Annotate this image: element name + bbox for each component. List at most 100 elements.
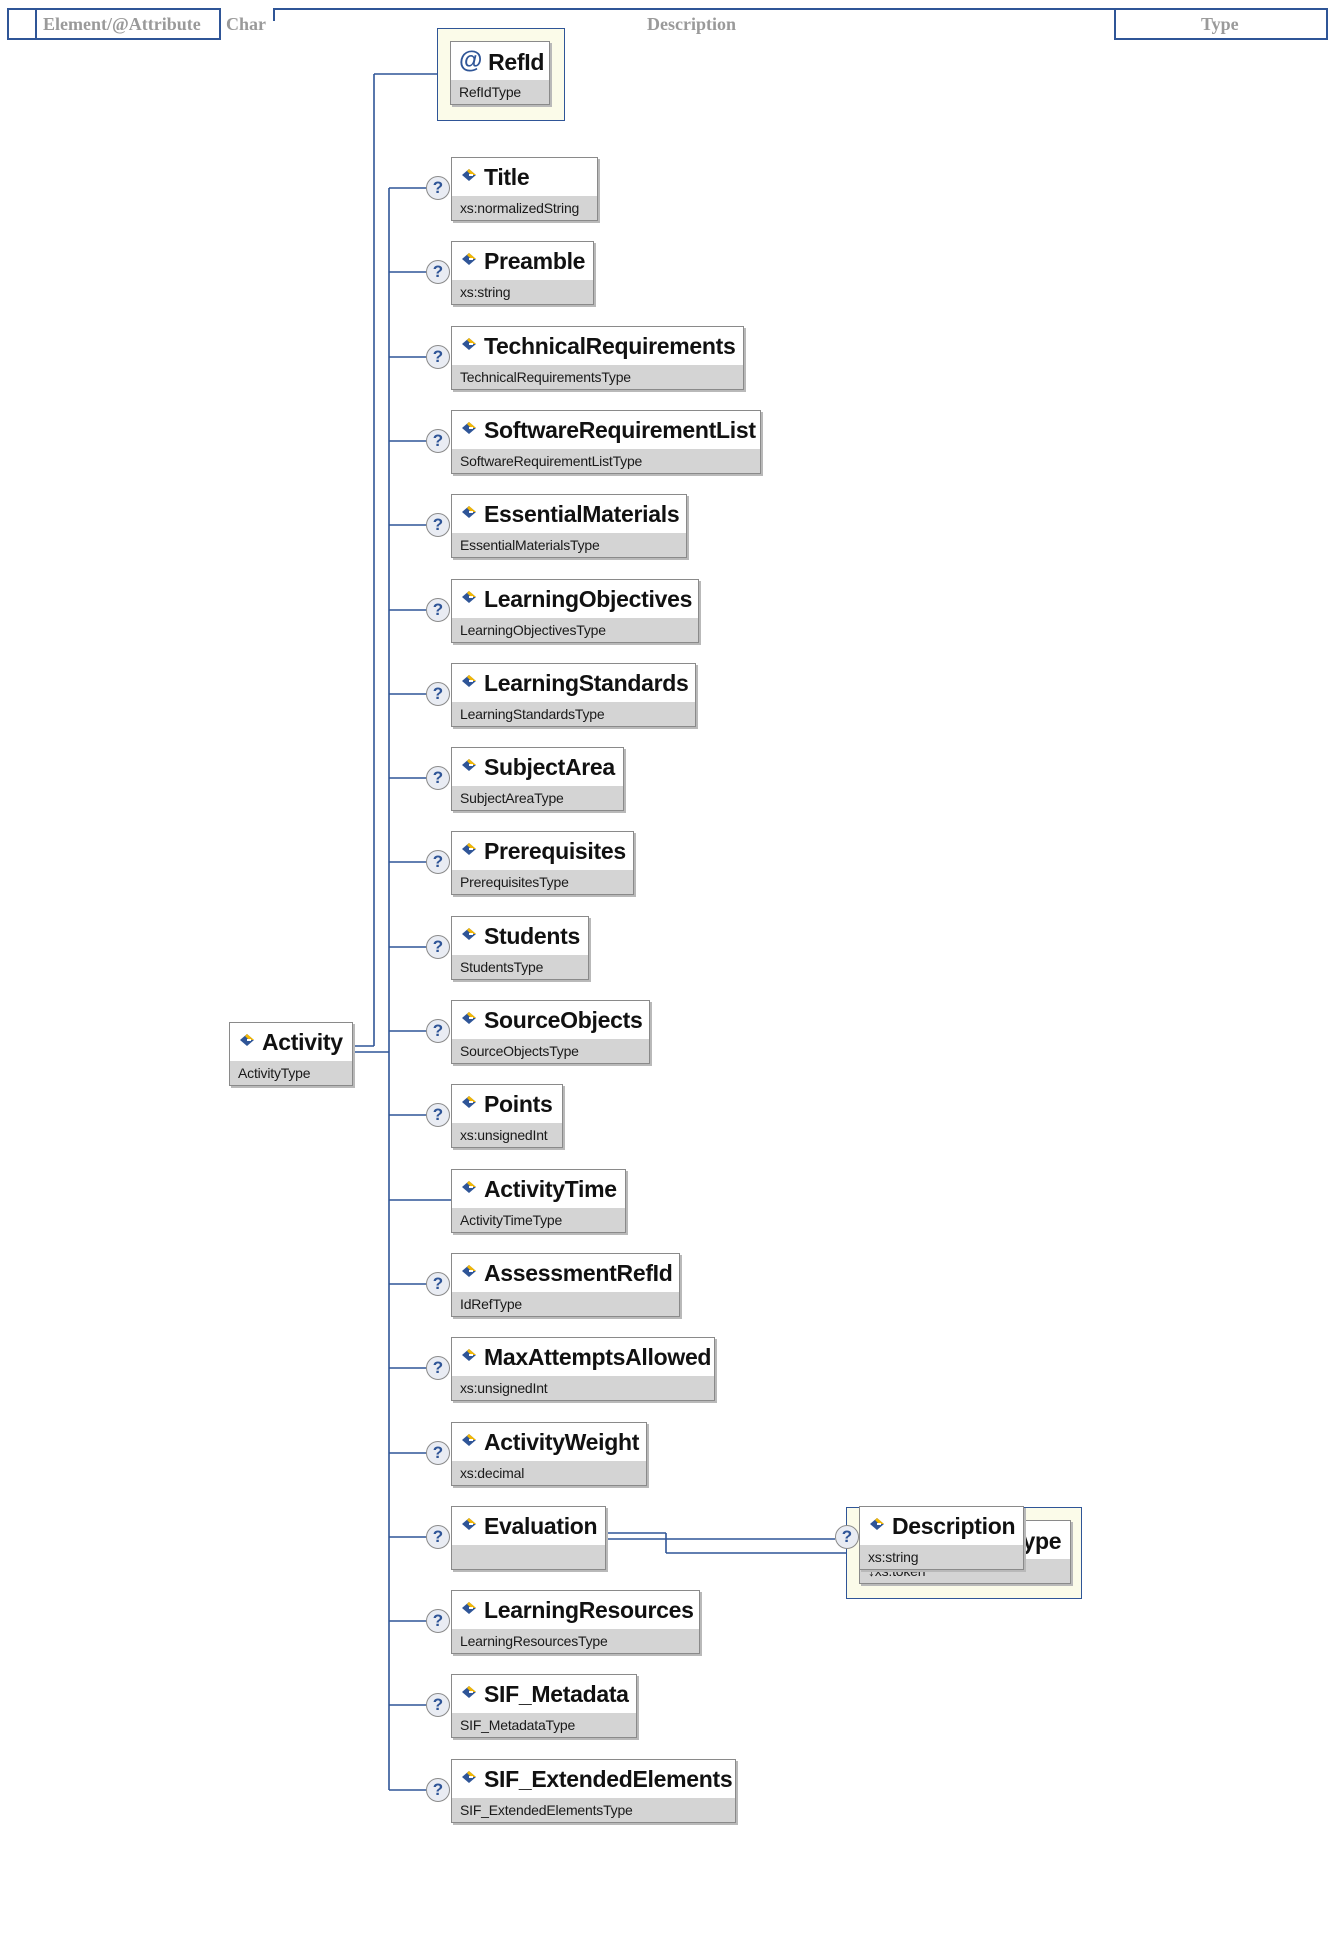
node-type: SoftwareRequirementListType — [452, 449, 760, 473]
node-name-row: SubjectArea — [452, 748, 623, 786]
question-icon: ? — [426, 1778, 450, 1802]
question-icon: ? — [426, 429, 450, 453]
element-diamond-icon — [462, 843, 476, 855]
node-learningobjectives[interactable]: LearningObjectives LearningObjectivesType — [451, 579, 699, 643]
node-type: IdRefType — [452, 1292, 679, 1316]
node-essentialmaterials[interactable]: EssentialMaterials EssentialMaterialsType — [451, 494, 687, 558]
element-diamond-icon — [462, 1771, 476, 1783]
node-name: Preamble — [484, 248, 586, 274]
node-name-row: LearningStandards — [452, 664, 695, 702]
attribute-group-refid: @ RefId RefIdType — [437, 28, 565, 121]
node-type: LearningObjectivesType — [452, 618, 698, 642]
node-name: Prerequisites — [484, 838, 626, 864]
node-type: TechnicalRequirementsType — [452, 365, 743, 389]
question-icon: ? — [426, 766, 450, 790]
node-sif-extendedelements[interactable]: SIF_ExtendedElements SIF_ExtendedElements… — [451, 1759, 736, 1823]
node-name: Title — [484, 164, 530, 190]
element-diamond-icon — [240, 1034, 254, 1046]
node-name: SoftwareRequirementList — [484, 417, 756, 443]
question-icon: ? — [426, 1103, 450, 1127]
node-name: SubjectArea — [484, 754, 615, 780]
element-diamond-icon — [462, 422, 476, 434]
question-icon: ? — [426, 1609, 450, 1633]
node-softwarerequirementlist[interactable]: SoftwareRequirementList SoftwareRequireme… — [451, 410, 761, 474]
node-name: Activity — [262, 1029, 343, 1055]
node-preamble[interactable]: Preamble xs:string — [451, 241, 594, 305]
node-technicalrequirements[interactable]: TechnicalRequirements TechnicalRequiremen… — [451, 326, 744, 390]
node-type: xs:decimal — [452, 1461, 646, 1485]
node-type: SubjectAreaType — [452, 786, 623, 810]
node-type: LearningResourcesType — [452, 1629, 699, 1653]
node-name: MaxAttemptsAllowed — [484, 1344, 712, 1370]
question-icon: ? — [426, 682, 450, 706]
node-learningresources[interactable]: LearningResources LearningResourcesType — [451, 1590, 700, 1654]
question-icon: ? — [426, 935, 450, 959]
node-name: LearningObjectives — [484, 586, 693, 612]
element-diamond-icon — [462, 1096, 476, 1108]
element-diamond-icon — [462, 253, 476, 265]
element-diamond-icon — [462, 169, 476, 181]
node-name-row: SourceObjects — [452, 1001, 649, 1039]
node-points[interactable]: Points xs:unsignedInt — [451, 1084, 563, 1148]
node-type: xs:string — [860, 1545, 1023, 1569]
node-name: SIF_ExtendedElements — [484, 1766, 733, 1792]
element-diamond-icon — [462, 1265, 476, 1277]
question-icon: ? — [426, 1693, 450, 1717]
node-assessmentrefid[interactable]: AssessmentRefId IdRefType — [451, 1253, 680, 1317]
element-diamond-icon — [462, 675, 476, 687]
question-icon: ? — [426, 1019, 450, 1043]
node-students[interactable]: Students StudentsType — [451, 916, 589, 980]
node-sourceobjects[interactable]: SourceObjects SourceObjectsType — [451, 1000, 650, 1064]
node-title[interactable]: Title xs:normalizedString — [451, 157, 598, 221]
node-name-row: LearningObjectives — [452, 580, 698, 618]
question-icon: ? — [426, 1272, 450, 1296]
node-name: LearningResources — [484, 1597, 694, 1623]
node-type: SIF_MetadataType — [452, 1713, 636, 1737]
node-name: AssessmentRefId — [484, 1260, 673, 1286]
question-icon: ? — [426, 513, 450, 537]
node-subjectarea[interactable]: SubjectArea SubjectAreaType — [451, 747, 624, 811]
node-name: EssentialMaterials — [484, 501, 680, 527]
question-icon: ? — [426, 260, 450, 284]
node-type: ActivityTimeType — [452, 1208, 625, 1232]
node-type: LearningStandardsType — [452, 702, 695, 726]
node-type: xs:unsignedInt — [452, 1376, 714, 1400]
node-name: ActivityWeight — [484, 1429, 640, 1455]
node-name: RefId — [488, 49, 545, 75]
node-activity[interactable]: Activity ActivityType — [229, 1022, 353, 1086]
node-name-row: @ RefId — [451, 42, 549, 80]
node-activitytime[interactable]: ActivityTime ActivityTimeType — [451, 1169, 626, 1233]
node-type: PrerequisitesType — [452, 870, 633, 894]
element-diamond-icon — [462, 1434, 476, 1446]
node-name: SIF_Metadata — [484, 1681, 629, 1707]
question-icon: ? — [426, 598, 450, 622]
node-name-row: ActivityTime — [452, 1170, 625, 1208]
element-diamond-icon — [462, 1012, 476, 1024]
element-diamond-icon — [462, 928, 476, 940]
connector-lines — [353, 73, 846, 1791]
node-name: Description — [892, 1513, 1016, 1539]
element-diamond-icon — [462, 1518, 476, 1530]
node-prerequisites[interactable]: Prerequisites PrerequisitesType — [451, 831, 634, 895]
node-activityweight[interactable]: ActivityWeight xs:decimal — [451, 1422, 647, 1486]
element-diamond-icon — [462, 506, 476, 518]
question-icon: ? — [426, 1356, 450, 1380]
node-attribute-refid[interactable]: @ RefId RefIdType — [450, 41, 550, 105]
question-icon: ? — [426, 1441, 450, 1465]
node-maxattemptsallowed[interactable]: MaxAttemptsAllowed xs:unsignedInt — [451, 1337, 715, 1401]
node-name: ActivityTime — [484, 1176, 617, 1202]
node-type: xs:normalizedString — [452, 196, 597, 220]
node-sif-metadata[interactable]: SIF_Metadata SIF_MetadataType — [451, 1674, 637, 1738]
node-name: LearningStandards — [484, 670, 689, 696]
node-type: xs:unsignedInt — [452, 1123, 562, 1147]
element-diamond-icon — [462, 338, 476, 350]
node-description[interactable]: Description xs:string — [859, 1506, 1024, 1570]
node-learningstandards[interactable]: LearningStandards LearningStandardsType — [451, 663, 696, 727]
node-name-row: ActivityWeight — [452, 1423, 646, 1461]
node-name-row: Students — [452, 917, 588, 955]
node-name-row: Description — [860, 1507, 1023, 1545]
node-type: StudentsType — [452, 955, 588, 979]
node-evaluation[interactable]: Evaluation — [451, 1506, 606, 1570]
node-name-row: Preamble — [452, 242, 593, 280]
question-icon: ? — [426, 345, 450, 369]
